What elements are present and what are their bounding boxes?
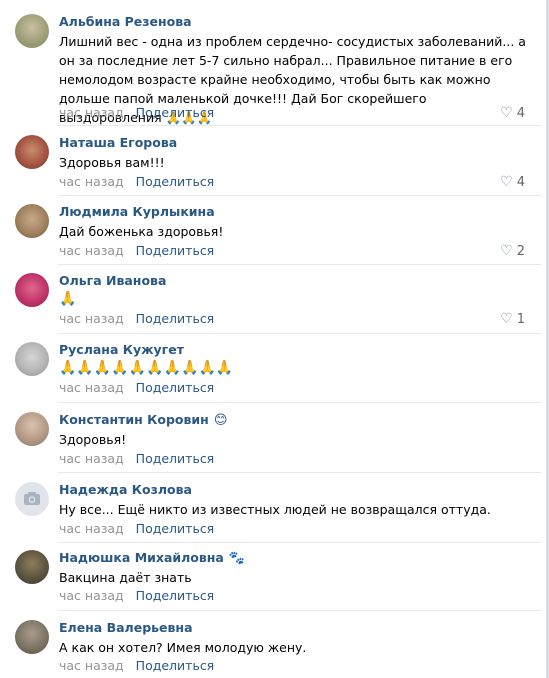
comment-author[interactable]: Наташа Егорова <box>59 135 177 151</box>
comment-author[interactable]: Альбина Резенова <box>59 14 192 30</box>
divider <box>58 542 541 543</box>
comment-meta: час назад Поделиться <box>59 658 214 674</box>
comment-author[interactable]: Елена Валерьевна <box>59 620 193 636</box>
comment: Ольга Иванова 🙏 час назад Поделиться ♡ 1 <box>0 273 549 333</box>
comment: Надежда Козлова Ну все... Ещё никто из и… <box>0 482 549 542</box>
comment-meta: час назад Поделиться <box>59 380 214 396</box>
like-button[interactable]: ♡ 4 <box>500 174 525 191</box>
comment-author[interactable]: Константин Коровин 😊 <box>59 412 227 429</box>
like-count: 4 <box>516 106 525 121</box>
comment-text: Здоровья вам!!! <box>59 155 165 170</box>
comment: Надюшка Михайловна 🐾 Вакцина даёт знать ч… <box>0 550 549 610</box>
comments-page: Альбина Резенова Лишний вес - одна из пр… <box>0 0 549 678</box>
share-button[interactable]: Поделиться <box>136 588 215 603</box>
share-button[interactable]: Поделиться <box>136 451 215 466</box>
comment-text: Дай боженька здоровья! <box>59 224 224 239</box>
divider <box>58 195 541 196</box>
heart-icon: ♡ <box>500 105 513 121</box>
comment-time[interactable]: час назад <box>59 380 124 395</box>
comment-text: А как он хотел? Имея молодую жену. <box>59 640 307 655</box>
comment-time[interactable]: час назад <box>59 451 124 466</box>
comment: Наташа Егорова Здоровья вам!!! час назад… <box>0 135 549 195</box>
comment-text: 🙏 <box>59 291 77 307</box>
avatar[interactable] <box>15 342 49 376</box>
avatar[interactable] <box>15 412 49 446</box>
smile-emoji-icon: 😊 <box>213 413 228 428</box>
avatar[interactable] <box>15 135 49 169</box>
comment-author[interactable]: Руслана Кужугет <box>59 342 184 358</box>
share-button[interactable]: Поделиться <box>136 658 215 673</box>
like-button[interactable]: ♡ 1 <box>500 311 525 328</box>
comment-time[interactable]: час назад <box>59 105 124 120</box>
share-button[interactable]: Поделиться <box>136 105 215 120</box>
comment-meta: час назад Поделиться <box>59 451 214 467</box>
comment-author[interactable]: Надюшка Михайловна 🐾 <box>59 550 245 567</box>
comment-meta: час назад Поделиться <box>59 311 214 327</box>
comment-author[interactable]: Надежда Козлова <box>59 482 192 498</box>
share-button[interactable]: Поделиться <box>136 521 215 536</box>
comment-time[interactable]: час назад <box>59 311 124 326</box>
avatar[interactable] <box>15 620 49 654</box>
avatar[interactable] <box>15 204 49 238</box>
comment-time[interactable]: час назад <box>59 588 124 603</box>
like-count: 1 <box>516 312 525 327</box>
share-button[interactable]: Поделиться <box>136 380 215 395</box>
share-button[interactable]: Поделиться <box>136 311 215 326</box>
divider <box>58 333 541 334</box>
comment-text: 🙏🙏🙏🙏🙏🙏🙏🙏🙏🙏 <box>59 360 234 376</box>
comment-time[interactable]: час назад <box>59 243 124 258</box>
divider <box>58 610 541 611</box>
like-count: 4 <box>516 175 525 190</box>
avatar[interactable] <box>15 550 49 584</box>
comment: Людмила Курлыкина Дай боженька здоровья!… <box>0 204 549 264</box>
comment-time[interactable]: час назад <box>59 658 124 673</box>
comment-meta: час назад Поделиться <box>59 588 214 604</box>
comment: Елена Валерьевна А как он хотел? Имея мо… <box>0 620 549 678</box>
comment-meta: час назад Поделиться <box>59 243 214 259</box>
comment-text: Вакцина даёт знать <box>59 570 192 585</box>
divider <box>58 402 541 403</box>
avatar[interactable] <box>15 482 49 516</box>
comment-meta: час назад Поделиться <box>59 521 214 537</box>
divider <box>58 472 541 473</box>
comment-meta: час назад Поделиться <box>59 174 214 190</box>
comment: Альбина Резенова Лишний вес - одна из пр… <box>0 14 549 126</box>
comment-text: Ну все... Ещё никто из известных людей н… <box>59 502 491 517</box>
comment-text: Здоровья! <box>59 432 127 447</box>
heart-icon: ♡ <box>500 311 513 327</box>
divider <box>58 264 541 265</box>
paw-emoji-icon: 🐾 <box>228 551 246 566</box>
share-button[interactable]: Поделиться <box>136 243 215 258</box>
comment-author[interactable]: Ольга Иванова <box>59 273 166 289</box>
comment-time[interactable]: час назад <box>59 174 124 189</box>
comment-time[interactable]: час назад <box>59 521 124 536</box>
comment-author[interactable]: Людмила Курлыкина <box>59 204 215 220</box>
heart-icon: ♡ <box>500 174 513 190</box>
share-button[interactable]: Поделиться <box>136 174 215 189</box>
comment: Константин Коровин 😊 Здоровья! час назад … <box>0 412 549 472</box>
like-button[interactable]: ♡ 2 <box>500 243 525 260</box>
like-count: 2 <box>516 244 525 259</box>
heart-icon: ♡ <box>500 243 513 259</box>
avatar[interactable] <box>15 273 49 307</box>
comment: Руслана Кужугет 🙏🙏🙏🙏🙏🙏🙏🙏🙏🙏 час назад Под… <box>0 342 549 402</box>
like-button[interactable]: ♡ 4 <box>500 105 525 122</box>
avatar[interactable] <box>15 14 49 48</box>
camera-icon <box>24 492 40 505</box>
comment-meta: час назад Поделиться <box>59 105 214 121</box>
divider <box>58 125 541 126</box>
